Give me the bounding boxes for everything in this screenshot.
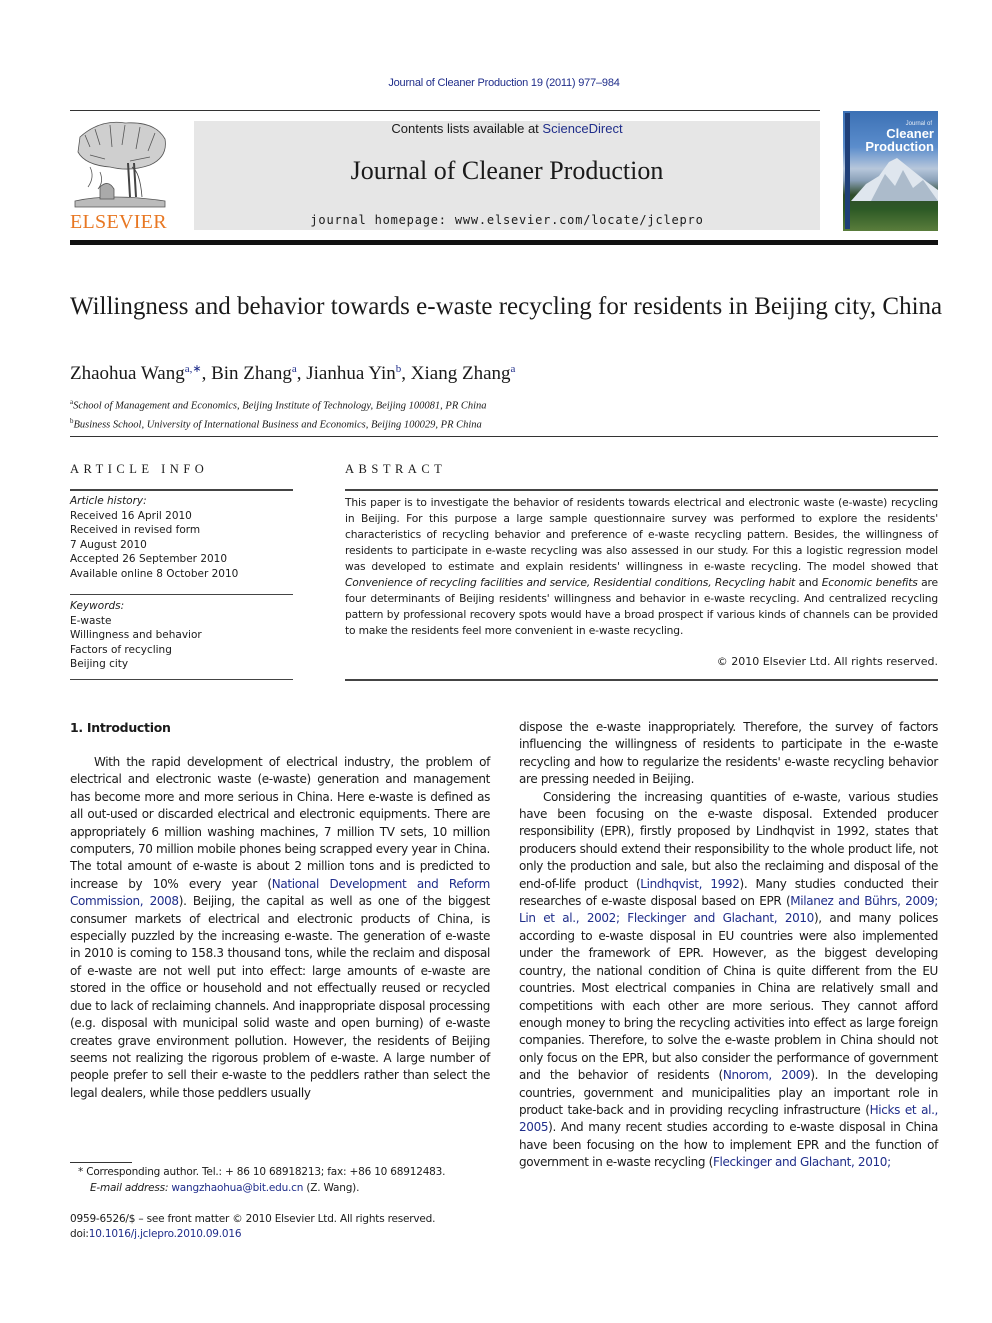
author-name[interactable]: Zhaohua Wang: [70, 363, 185, 384]
doi-link[interactable]: 10.1016/j.jclepro.2010.09.016: [89, 1228, 242, 1240]
article-history: Article history: Received 16 April 2010 …: [70, 494, 238, 581]
author-list: Zhaohua Wanga,∗, Bin Zhanga, Jianhua Yin…: [70, 363, 516, 384]
history-label: Article history:: [70, 495, 147, 507]
article-info-divider: [70, 489, 293, 491]
keyword: Beijing city: [70, 658, 129, 670]
mountain-icon: [851, 158, 938, 201]
text-segment: ). Beijing, the capital as well as one o…: [70, 894, 490, 1100]
keywords-label: Keywords:: [70, 600, 125, 612]
sciencedirect-link[interactable]: ScienceDirect: [542, 121, 622, 136]
title-divider: [70, 436, 938, 437]
author-affiliation-mark[interactable]: a,∗: [185, 363, 202, 375]
elsevier-tree-icon: [74, 121, 166, 208]
text-segment: Considering the increasing quantities of…: [519, 789, 938, 891]
abstract-text: This paper is to investigate the behavio…: [345, 495, 938, 639]
body-column-left: With the rapid development of electrical…: [70, 754, 490, 1102]
abstract-copyright: © 2010 Elsevier Ltd. All rights reserved…: [716, 655, 938, 668]
doi-label: doi:: [70, 1227, 89, 1240]
affiliation-text: Business School, University of Internati…: [73, 419, 482, 430]
author-name[interactable]: Xiang Zhang: [411, 363, 511, 384]
abstract-segment: and: [795, 576, 822, 589]
reference-link[interactable]: Lindhqvist, 1992: [640, 877, 740, 891]
email-link[interactable]: wangzhaohua@bit.edu.cn: [171, 1182, 303, 1194]
email-label: E-mail address:: [90, 1181, 169, 1194]
abstract-bottom-divider: [345, 679, 938, 681]
abstract-emphasis: Economic benefits: [821, 576, 918, 589]
journal-homepage-link[interactable]: journal homepage: www.elsevier.com/locat…: [194, 213, 820, 227]
author-name[interactable]: Bin Zhang: [211, 363, 292, 384]
article-info-heading: ARTICLE INFO: [70, 462, 209, 476]
doi-line: doi:10.1016/j.jclepro.2010.09.016: [70, 1227, 435, 1242]
article-info-bottom-divider: [70, 679, 293, 680]
abstract-segment: This paper is to investigate the behavio…: [345, 496, 938, 573]
keywords-divider: [70, 594, 293, 595]
reference-link[interactable]: Fleckinger and Glachant, 2010;: [713, 1155, 891, 1169]
cover-title: Cleaner Production: [865, 127, 934, 153]
journal-banner: Contents lists available at ScienceDirec…: [194, 121, 820, 230]
article-title: Willingness and behavior towards e-waste…: [70, 293, 943, 320]
author-affiliation-mark[interactable]: a: [511, 363, 516, 375]
footnote-divider: [70, 1162, 132, 1163]
history-item: Received in revised form: [70, 524, 201, 536]
affiliation: bBusiness School, University of Internat…: [70, 414, 487, 433]
affiliation: aSchool of Management and Economics, Bei…: [70, 395, 487, 414]
history-item: Available online 8 October 2010: [70, 567, 239, 580]
body-column-right: dispose the e-waste inappropriately. The…: [519, 719, 938, 1172]
keyword: Factors of recycling: [70, 643, 172, 656]
affiliation-text: School of Management and Economics, Beij…: [73, 400, 487, 412]
footnote-email-line: E-mail address: wangzhaohua@bit.edu.cn (…: [78, 1181, 445, 1197]
email-suffix: (Z. Wang).: [303, 1181, 360, 1194]
text-segment: With the rapid development of electrical…: [70, 755, 490, 891]
text-segment: ), and many polices according to e-waste…: [519, 911, 938, 1083]
elsevier-wordmark: ELSEVIER: [70, 211, 167, 233]
paragraph: dispose the e-waste inappropriately. The…: [519, 720, 938, 787]
cover-strip: [845, 113, 850, 229]
paragraph: With the rapid development of electrical…: [70, 754, 490, 1102]
reference-link[interactable]: Nnorom, 2009: [723, 1068, 811, 1082]
keywords: Keywords: E-waste Willingness and behavi…: [70, 599, 202, 672]
keyword: Willingness and behavior: [70, 629, 202, 641]
history-item: 7 August 2010: [70, 538, 147, 551]
author-name[interactable]: Jianhua Yin: [306, 363, 396, 384]
affiliations: aSchool of Management and Economics, Bei…: [70, 395, 487, 432]
cover-title-line2: Production: [865, 139, 934, 154]
abstract-divider: [345, 489, 938, 491]
author-affiliation-mark[interactable]: b: [396, 363, 402, 375]
journal-name: Journal of Cleaner Production: [350, 156, 664, 185]
contents-prefix: Contents lists available at: [391, 121, 543, 136]
history-item: Received 16 April 2010: [70, 509, 192, 522]
corresponding-author-footnote: * Corresponding author. Tel.: + 86 10 68…: [78, 1165, 445, 1196]
header-thick-divider: [70, 240, 938, 245]
issn-line: 0959-6526/$ – see front matter © 2010 El…: [70, 1213, 436, 1225]
issn-doi-block: 0959-6526/$ – see front matter © 2010 El…: [70, 1212, 435, 1241]
elsevier-logo: ELSEVIER: [70, 117, 175, 233]
paragraph: Considering the increasing quantities of…: [519, 789, 938, 1172]
keyword: E-waste: [70, 614, 112, 627]
footnote-text: Corresponding author. Tel.: + 86 10 6891…: [83, 1166, 446, 1178]
author-affiliation-mark[interactable]: a: [292, 363, 297, 375]
contents-line: Contents lists available at ScienceDirec…: [194, 121, 820, 136]
history-item: Accepted 26 September 2010: [70, 553, 228, 565]
section-heading: 1. Introduction: [70, 720, 171, 735]
footnote-line: * Corresponding author. Tel.: + 86 10 68…: [78, 1165, 445, 1181]
top-divider: [70, 110, 820, 111]
abstract-heading: ABSTRACT: [345, 462, 447, 476]
journal-cover-image: Journal of Cleaner Production: [843, 111, 938, 231]
abstract-emphasis: Convenience of recycling facilities and …: [345, 576, 796, 589]
journal-citation-link[interactable]: Journal of Cleaner Production 19 (2011) …: [0, 77, 992, 89]
